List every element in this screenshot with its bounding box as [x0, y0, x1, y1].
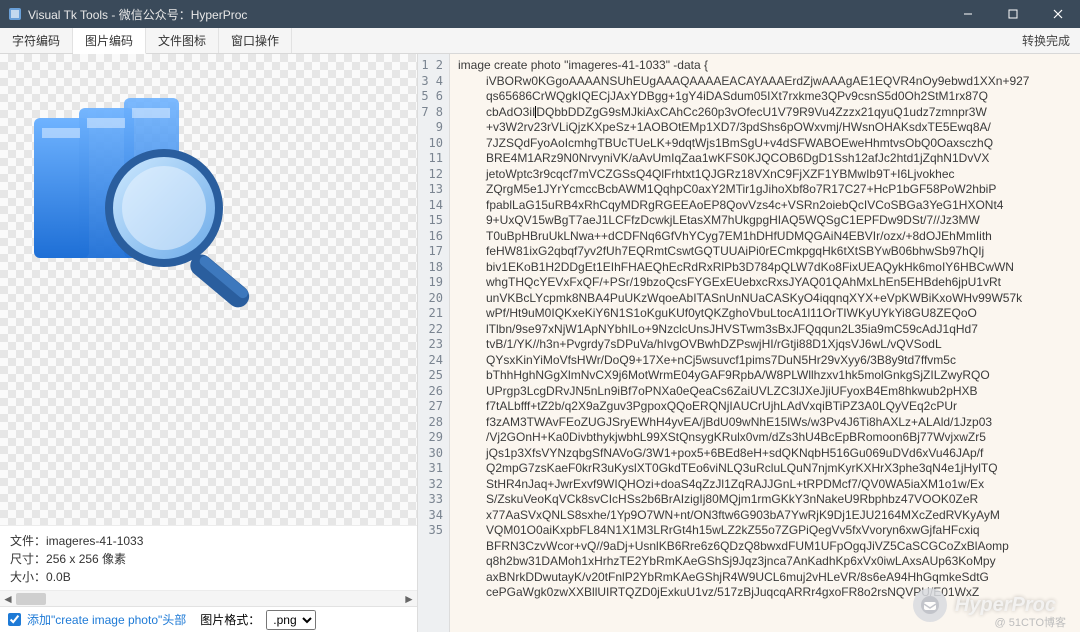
right-panel: 1 2 3 4 5 6 7 8 9 10 11 12 13 14 15 16 1… — [418, 54, 1080, 632]
h-scrollbar[interactable]: ◄ ► — [0, 590, 417, 606]
size-value: 256 x 256 像素 — [46, 552, 126, 566]
file-name: imageres-41-1033 — [46, 534, 143, 548]
left-footer: 添加"create image photo"头部 图片格式： .png — [0, 606, 417, 632]
scroll-right-icon[interactable]: ► — [401, 591, 417, 607]
scroll-thumb[interactable] — [16, 593, 46, 605]
app-icon — [8, 7, 22, 21]
bytes-label: 大小： — [10, 570, 46, 584]
add-header-label: 添加"create image photo"头部 — [27, 611, 186, 628]
toolbar: 字符编码 图片编码 文件图标 窗口操作 转换完成 — [0, 28, 1080, 54]
size-label: 尺寸： — [10, 552, 46, 566]
tab-char-encode[interactable]: 字符编码 — [0, 28, 73, 53]
code-editor[interactable]: image create photo "imageres-41-1033" -d… — [450, 54, 1080, 632]
format-select[interactable]: .png — [266, 610, 316, 630]
maximize-button[interactable] — [990, 0, 1035, 28]
status-text: 转换完成 — [1012, 28, 1080, 53]
title-bar: Visual Tk Tools - 微信公众号：HyperProc — [0, 0, 1080, 28]
add-header-checkbox[interactable] — [8, 613, 21, 626]
tab-image-encode[interactable]: 图片编码 — [73, 28, 146, 54]
tab-window-op[interactable]: 窗口操作 — [219, 28, 292, 53]
footnote: @ 51CTO博客 — [995, 614, 1066, 630]
minimize-button[interactable] — [945, 0, 990, 28]
scroll-left-icon[interactable]: ◄ — [0, 591, 16, 607]
line-gutter: 1 2 3 4 5 6 7 8 9 10 11 12 13 14 15 16 1… — [418, 54, 450, 632]
preview-image — [14, 68, 270, 324]
tab-file-icon[interactable]: 文件图标 — [146, 28, 219, 53]
format-label: 图片格式： — [200, 611, 260, 628]
file-label: 文件： — [10, 534, 46, 548]
close-button[interactable] — [1035, 0, 1080, 28]
image-info: 文件：imageres-41-1033 尺寸：256 x 256 像素 大小：0… — [0, 525, 417, 590]
preview-canvas — [0, 54, 417, 525]
bytes-value: 0.0B — [46, 570, 71, 584]
left-panel: 文件：imageres-41-1033 尺寸：256 x 256 像素 大小：0… — [0, 54, 418, 632]
window-title: Visual Tk Tools - 微信公众号：HyperProc — [28, 6, 945, 23]
